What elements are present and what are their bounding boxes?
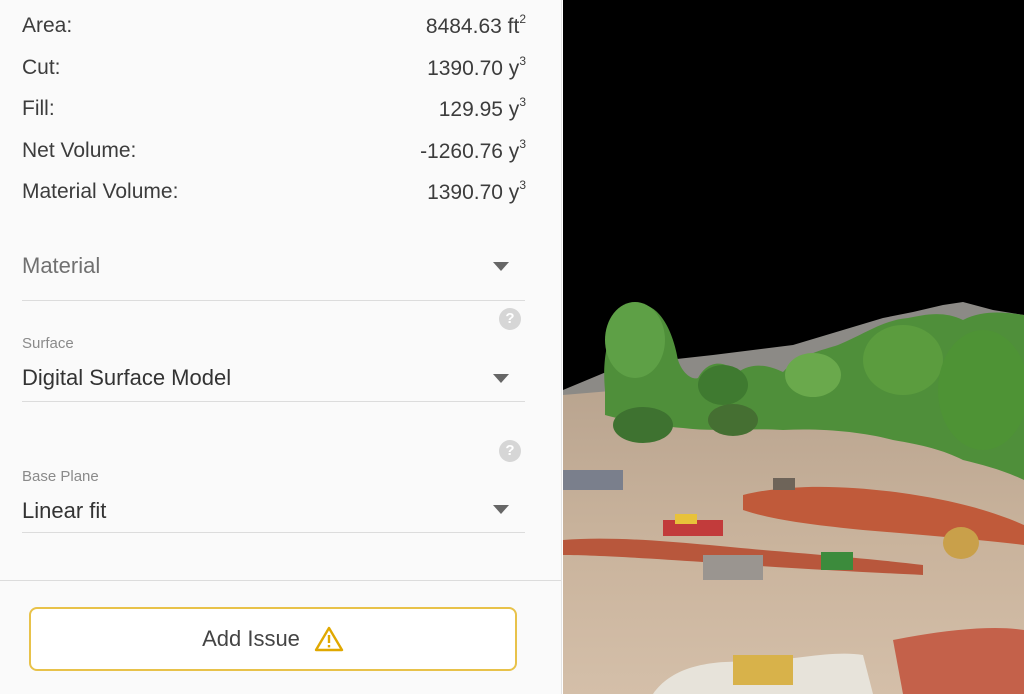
stat-label: Material Volume:	[22, 180, 179, 203]
stat-fill: Fill: 129.95 y3	[22, 94, 526, 124]
stat-value: 8484.63 ft2	[425, 11, 526, 38]
stat-area: Area: 8484.63 ft2	[22, 11, 526, 41]
add-issue-button[interactable]: Add Issue	[29, 607, 517, 671]
caret-down-icon	[493, 262, 509, 271]
add-issue-label: Add Issue	[202, 626, 300, 651]
stat-value: -1260.76 y3	[420, 136, 526, 163]
surface-value: Digital Surface Model	[22, 365, 232, 390]
base-plane-select[interactable]: Base Plane Linear fit	[22, 467, 525, 533]
help-circle-icon[interactable]: ?	[499, 308, 521, 330]
stat-value: 1390.70 y3	[427, 53, 526, 80]
stat-label: Fill:	[22, 97, 55, 120]
measurement-panel: Area: 8484.63 ft2 Cut: 1390.70 y3 Fill: …	[0, 0, 562, 694]
base-plane-label: Base Plane	[22, 468, 99, 485]
material-select[interactable]: Material	[22, 245, 525, 301]
caret-down-icon	[493, 505, 509, 514]
warning-triangle-icon	[314, 626, 344, 652]
stat-material-volume: Material Volume: 1390.70 y3	[22, 177, 526, 207]
stat-value: 129.95 y3	[438, 94, 526, 121]
point-cloud-scene	[563, 0, 1024, 694]
stat-label: Cut:	[22, 56, 61, 79]
stat-cut: Cut: 1390.70 y3	[22, 53, 526, 83]
3d-viewport[interactable]	[563, 0, 1024, 694]
help-circle-icon[interactable]: ?	[499, 440, 521, 462]
stat-net-volume: Net Volume: -1260.76 y3	[22, 136, 526, 166]
base-plane-value: Linear fit	[22, 498, 107, 523]
surface-select[interactable]: Surface Digital Surface Model	[22, 333, 525, 402]
stat-value: 1390.70 y3	[427, 177, 526, 204]
material-placeholder: Material	[22, 253, 101, 278]
surface-label: Surface	[22, 335, 74, 352]
stat-label: Area:	[22, 14, 73, 37]
caret-down-icon	[493, 374, 509, 383]
stat-label: Net Volume:	[22, 139, 137, 162]
divider	[0, 580, 561, 581]
